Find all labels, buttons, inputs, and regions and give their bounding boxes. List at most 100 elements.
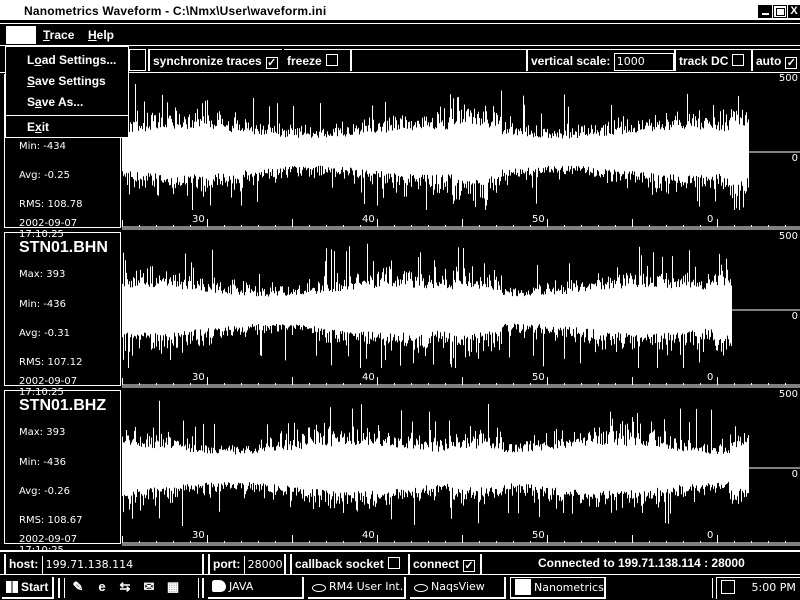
task-rm4-label: RM4 User Int... xyxy=(329,580,406,593)
menu-item-exit[interactable]: Exit xyxy=(27,120,49,134)
synchronize-traces-label: synchronize traces xyxy=(153,54,262,68)
title-bar: Nanometrics Waveform - C:\Nmx\User\wavef… xyxy=(0,0,800,22)
freeze-checkbox[interactable] xyxy=(325,54,338,66)
x-tick-label: 50 xyxy=(532,214,545,225)
connect-toggle[interactable]: connect ✓ xyxy=(408,554,482,574)
waveform-plot[interactable]: 500 0 30 40 50 0 xyxy=(122,389,800,546)
desktop-icon[interactable]: ✎ xyxy=(70,579,86,595)
minimize-button[interactable] xyxy=(758,5,772,18)
taskbar-separator xyxy=(202,578,204,598)
start-label: Start xyxy=(21,580,49,594)
callback-socket-toggle[interactable]: callback socket xyxy=(290,554,406,574)
file-menu-dropdown: Load Settings... Save Settings Save As..… xyxy=(5,46,129,138)
vertical-scale-input[interactable]: 1000 xyxy=(613,53,674,71)
synchronize-traces-toggle[interactable]: synchronize traces ✓ xyxy=(148,49,282,71)
freeze-toggle[interactable]: freeze xyxy=(284,49,350,71)
track-dc-checkbox[interactable] xyxy=(732,54,745,66)
java-icon xyxy=(212,580,226,592)
trace-info-panel: STN01.BHZ Max: 393 Min: -436 Avg: -0.26 RMS:… xyxy=(4,390,121,556)
connection-status: Connected to 199.71.138.114 : 28000 xyxy=(538,556,745,570)
menu-trace[interactable]: Trace xyxy=(43,28,74,42)
close-icon: X xyxy=(790,5,798,17)
trace-max: Max: 393 xyxy=(19,427,66,438)
start-button[interactable]: Start xyxy=(2,577,54,599)
y-axis-max-label: 500 xyxy=(778,231,798,242)
internet-explorer-icon[interactable]: e xyxy=(94,579,110,595)
trace-rms: RMS: 108.78 xyxy=(19,199,83,210)
close-button[interactable]: X xyxy=(788,5,800,18)
trace-panel: STN01.BHN Max: 393 Min: -436 Avg: -0.31 RMS:… xyxy=(0,231,800,398)
auto-label: auto xyxy=(756,54,782,68)
y-axis-zero-label: 0 xyxy=(791,311,798,322)
x-tick-label: 50 xyxy=(532,530,545,541)
task-java[interactable]: JAVA xyxy=(208,577,304,599)
x-tick-label: 50 xyxy=(532,372,545,383)
waveform-svg xyxy=(122,84,800,230)
waveform-svg xyxy=(122,243,800,388)
x-tick-label: 40 xyxy=(362,372,375,383)
trace-station-name: STN01.BHN xyxy=(19,239,108,256)
menu-item-save-as[interactable]: Save As... xyxy=(27,95,83,109)
toolbar-spacer xyxy=(350,49,526,71)
auto-checkbox[interactable]: ✓ xyxy=(785,57,798,69)
connect-checkbox[interactable]: ✓ xyxy=(463,560,476,572)
host-label: host: xyxy=(9,557,39,571)
task-rm4-user-interface[interactable]: RM4 User Int... xyxy=(308,577,406,599)
track-dc-toggle[interactable]: track DC xyxy=(674,49,751,71)
host-input[interactable]: 199.71.138.114 xyxy=(41,556,133,574)
taskbar-separator xyxy=(198,578,199,598)
outlook-icon[interactable]: ✉ xyxy=(141,579,157,595)
x-tick-label: 0 xyxy=(707,530,714,541)
trace-min: Min: -434 xyxy=(19,141,66,152)
x-tick-label: 0 xyxy=(707,214,714,225)
task-naqsview-label: NaqsView xyxy=(431,580,485,593)
trace-rms: RMS: 108.67 xyxy=(19,515,83,526)
trace-avg: Avg: -0.25 xyxy=(19,170,70,181)
menu-bar: Trace Help xyxy=(0,23,800,46)
explorer-icon[interactable]: ▦ xyxy=(165,579,181,595)
menu-item-load-settings[interactable]: Load Settings... xyxy=(27,53,116,67)
trace-avg: Avg: -0.31 xyxy=(19,328,70,339)
port-group: port: 28000 xyxy=(208,554,286,574)
x-tick-label: 30 xyxy=(192,372,205,383)
maximize-button[interactable] xyxy=(773,5,787,18)
x-tick-label: 30 xyxy=(192,530,205,541)
toolbar-blank-box xyxy=(128,49,146,71)
system-tray: 5:00 PM xyxy=(716,577,800,599)
taskbar-separator xyxy=(712,578,713,598)
trace-info-panel: STN01.BHN Max: 393 Min: -436 Avg: -0.31 RMS:… xyxy=(4,232,121,398)
waveform-trace xyxy=(122,84,749,210)
port-label: port: xyxy=(213,557,241,571)
trace-station-name: STN01.BHZ xyxy=(19,397,107,414)
callback-socket-label: callback socket xyxy=(295,557,384,571)
menu-item-save-settings[interactable]: Save Settings xyxy=(27,74,106,88)
menu-help[interactable]: Help xyxy=(88,28,114,42)
trace-max: Max: 393 xyxy=(19,269,66,280)
menu-file[interactable] xyxy=(6,26,36,44)
port-input[interactable]: 28000 xyxy=(243,556,283,574)
waveform-svg xyxy=(122,400,800,546)
maximize-icon xyxy=(775,8,785,16)
scheduler-icon[interactable] xyxy=(721,580,735,594)
trace-avg: Avg: -0.26 xyxy=(19,486,70,497)
task-nanometrics[interactable]: Nanometrics ... xyxy=(510,577,606,599)
taskbar-separator xyxy=(64,578,65,598)
synchronize-traces-checkbox[interactable]: ✓ xyxy=(265,57,278,69)
connect-label: connect xyxy=(413,557,460,571)
task-naqsview[interactable]: NaqsView xyxy=(410,577,506,599)
taskbar-separator xyxy=(58,578,60,598)
waveform-plot[interactable]: 500 0 30 40 50 0 xyxy=(122,231,800,388)
track-dc-label: track DC xyxy=(679,54,729,68)
x-tick-label: 30 xyxy=(192,214,205,225)
callback-socket-checkbox[interactable] xyxy=(387,557,400,569)
y-axis-zero-label: 0 xyxy=(791,153,798,164)
minimize-icon xyxy=(761,13,769,15)
window-title: Nanometrics Waveform - C:\Nmx\User\wavef… xyxy=(24,4,327,18)
waveform-trace xyxy=(122,243,732,368)
trace-min: Min: -436 xyxy=(19,457,66,468)
window-icon xyxy=(515,579,531,595)
channels-icon[interactable]: ⇆ xyxy=(117,579,133,595)
clock[interactable]: 5:00 PM xyxy=(752,581,796,594)
waveform-plot[interactable]: 500 0 30 40 50 0 xyxy=(122,73,800,230)
auto-toggle[interactable]: auto ✓ xyxy=(751,49,800,71)
